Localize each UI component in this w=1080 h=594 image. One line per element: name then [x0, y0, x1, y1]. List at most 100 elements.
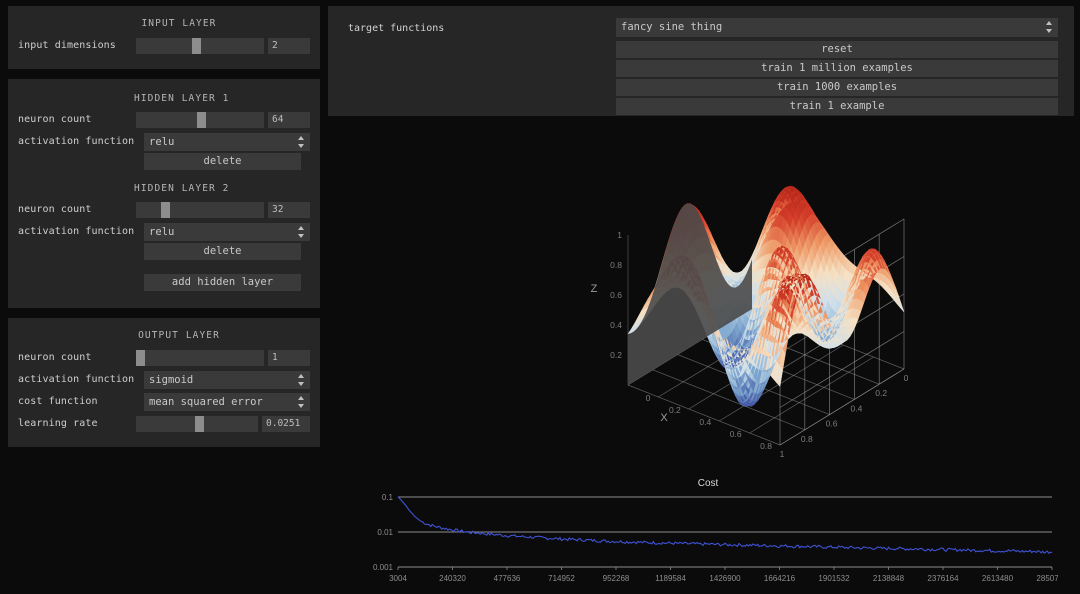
hidden-layer-2-neuron-slider[interactable]	[136, 201, 264, 218]
svg-text:1664216: 1664216	[764, 574, 796, 583]
output-activation-row: activation function sigmoid	[18, 370, 310, 389]
cost-function-label: cost function	[18, 396, 98, 407]
output-layer-panel: OUTPUT LAYER neuron count 1 activation f…	[8, 318, 320, 447]
hidden-layers-panel: HIDDEN LAYER 1 neuron count 64 activatio…	[8, 79, 320, 308]
svg-text:2376164: 2376164	[927, 574, 959, 583]
hidden-layer-2-title: HIDDEN LAYER 2	[134, 183, 230, 194]
svg-text:1901532: 1901532	[818, 574, 850, 583]
learning-rate-row: learning rate 0.0251	[18, 415, 310, 432]
surface-plot-svg: 1 0.8 0.6 0.4 0.2 0.8 0.6 0.4 0.2 0 1 0.8 0.6 0.4 0.2 0…	[591, 185, 909, 459]
svg-text:2138848: 2138848	[873, 574, 905, 583]
svg-text:0.6: 0.6	[826, 419, 838, 429]
target-functions-controls: fancy sine thing reset train 1 million e…	[616, 18, 1058, 117]
svg-text:0.8: 0.8	[760, 441, 772, 451]
hidden-layer-1-neuron-slider[interactable]	[136, 111, 264, 128]
activation-function-label: activation function	[18, 226, 135, 237]
app-root: INPUT LAYER input dimensions 2 HIDDEN LA…	[0, 0, 1080, 594]
svg-text:714952: 714952	[548, 574, 575, 583]
input-dimensions-label: input dimensions	[18, 40, 116, 51]
slider-thumb[interactable]	[194, 415, 204, 432]
hidden-layer-2-activation-select[interactable]: relu	[144, 222, 310, 241]
svg-text:1189584: 1189584	[655, 574, 686, 583]
svg-text:0.2: 0.2	[875, 388, 887, 398]
cost-chart-svg: 0.1 0.01 0.001 3004 240320 477636 714952 952268…	[373, 493, 1068, 583]
chevron-updown-icon	[298, 395, 305, 408]
svg-text:0.4: 0.4	[699, 417, 711, 427]
add-hidden-layer-row: add hidden layer	[18, 273, 310, 293]
slider-thumb[interactable]	[191, 37, 201, 54]
slider-thumb[interactable]	[160, 201, 170, 218]
neuron-count-label: neuron count	[18, 204, 92, 215]
chevron-updown-icon	[1046, 21, 1053, 33]
svg-text:Z: Z	[591, 283, 598, 295]
sidebar: INPUT LAYER input dimensions 2 HIDDEN LA…	[0, 0, 328, 594]
neuron-count-label: neuron count	[18, 352, 92, 363]
neuron-count-label: neuron count	[18, 114, 92, 125]
svg-text:0.6: 0.6	[610, 290, 622, 300]
cost-chart: Cost 0.1 0.01 0.001 3004 240320 477636 714952 9…	[358, 478, 1068, 590]
svg-text:0.4: 0.4	[850, 403, 862, 413]
hidden-layer-1-title: HIDDEN LAYER 1	[134, 93, 230, 104]
hidden-layer-2-delete-row: delete	[18, 242, 310, 262]
hidden-layer-1-neuron-value[interactable]: 64	[268, 111, 310, 128]
activation-function-label: activation function	[18, 136, 135, 147]
output-activation-select[interactable]: sigmoid	[144, 370, 310, 389]
hidden-layer-2-neuron-row: neuron count 32	[18, 201, 310, 218]
visualization-area: 1 0.8 0.6 0.4 0.2 0.8 0.6 0.4 0.2 0 1 0.8 0.6 0.4 0.2 0…	[328, 116, 1080, 594]
hidden-layer-2-delete-button[interactable]: delete	[144, 242, 301, 260]
svg-text:0.8: 0.8	[610, 260, 622, 270]
select-value: fancy sine thing	[621, 21, 723, 33]
input-dimensions-value[interactable]: 2	[268, 37, 310, 54]
svg-text:0.2: 0.2	[669, 405, 681, 415]
svg-text:0: 0	[646, 393, 651, 403]
cost-function-select[interactable]: mean squared error	[144, 392, 310, 411]
chevron-updown-icon	[298, 135, 305, 148]
slider-thumb[interactable]	[136, 349, 145, 366]
select-value: relu	[149, 135, 175, 148]
select-value: mean squared error	[149, 395, 263, 408]
learning-rate-value[interactable]: 0.0251	[262, 415, 310, 432]
input-dimensions-slider[interactable]	[136, 37, 264, 54]
input-layer-panel: INPUT LAYER input dimensions 2	[8, 6, 320, 69]
hidden-layer-1-delete-button[interactable]: delete	[144, 152, 301, 170]
svg-text:0.6: 0.6	[730, 429, 742, 439]
output-neuron-value[interactable]: 1	[268, 349, 310, 366]
target-function-select[interactable]: fancy sine thing	[616, 18, 1058, 37]
svg-text:477636: 477636	[494, 574, 521, 583]
svg-text:0: 0	[904, 373, 909, 383]
train-1-button[interactable]: train 1 example	[616, 98, 1058, 115]
hidden-layer-1-activation-row: activation function relu	[18, 132, 310, 151]
svg-text:3004: 3004	[389, 574, 407, 583]
train-1000-button[interactable]: train 1000 examples	[616, 79, 1058, 96]
svg-text:0.01: 0.01	[377, 528, 393, 537]
svg-text:952268: 952268	[603, 574, 630, 583]
target-functions-label: target functions	[348, 23, 445, 34]
svg-text:1: 1	[780, 449, 785, 459]
svg-text:0.1: 0.1	[382, 493, 394, 502]
output-layer-title: OUTPUT LAYER	[138, 330, 220, 341]
cost-chart-title: Cost	[697, 478, 719, 489]
cost-function-row: cost function mean squared error	[18, 392, 310, 411]
chevron-updown-icon	[298, 373, 305, 386]
svg-text:0.2: 0.2	[610, 350, 622, 360]
train-1-million-button[interactable]: train 1 million examples	[616, 60, 1058, 77]
chevron-updown-icon	[298, 225, 305, 238]
learning-rate-label: learning rate	[18, 418, 98, 429]
hidden-layer-1-delete-row: delete	[18, 152, 310, 172]
svg-text:2613480: 2613480	[982, 574, 1014, 583]
surface-plot-3d: 1 0.8 0.6 0.4 0.2 0.8 0.6 0.4 0.2 0 1 0.8 0.6 0.4 0.2 0…	[508, 126, 1048, 476]
svg-text:0.8: 0.8	[801, 434, 813, 444]
target-functions-panel: target functions fancy sine thing reset …	[328, 6, 1074, 116]
hidden-layer-2-neuron-value[interactable]: 32	[268, 201, 310, 218]
svg-text:1: 1	[617, 230, 622, 240]
svg-text:2850796: 2850796	[1036, 574, 1058, 583]
slider-thumb[interactable]	[196, 111, 206, 128]
add-hidden-layer-button[interactable]: add hidden layer	[144, 273, 301, 291]
input-layer-title: INPUT LAYER	[141, 18, 217, 29]
hidden-layer-2-activation-row: activation function relu	[18, 222, 310, 241]
learning-rate-slider[interactable]	[136, 415, 258, 432]
input-dimensions-row: input dimensions 2	[18, 37, 310, 54]
hidden-layer-1-activation-select[interactable]: relu	[144, 132, 310, 151]
output-neuron-slider[interactable]	[136, 349, 264, 366]
reset-button[interactable]: reset	[616, 41, 1058, 58]
